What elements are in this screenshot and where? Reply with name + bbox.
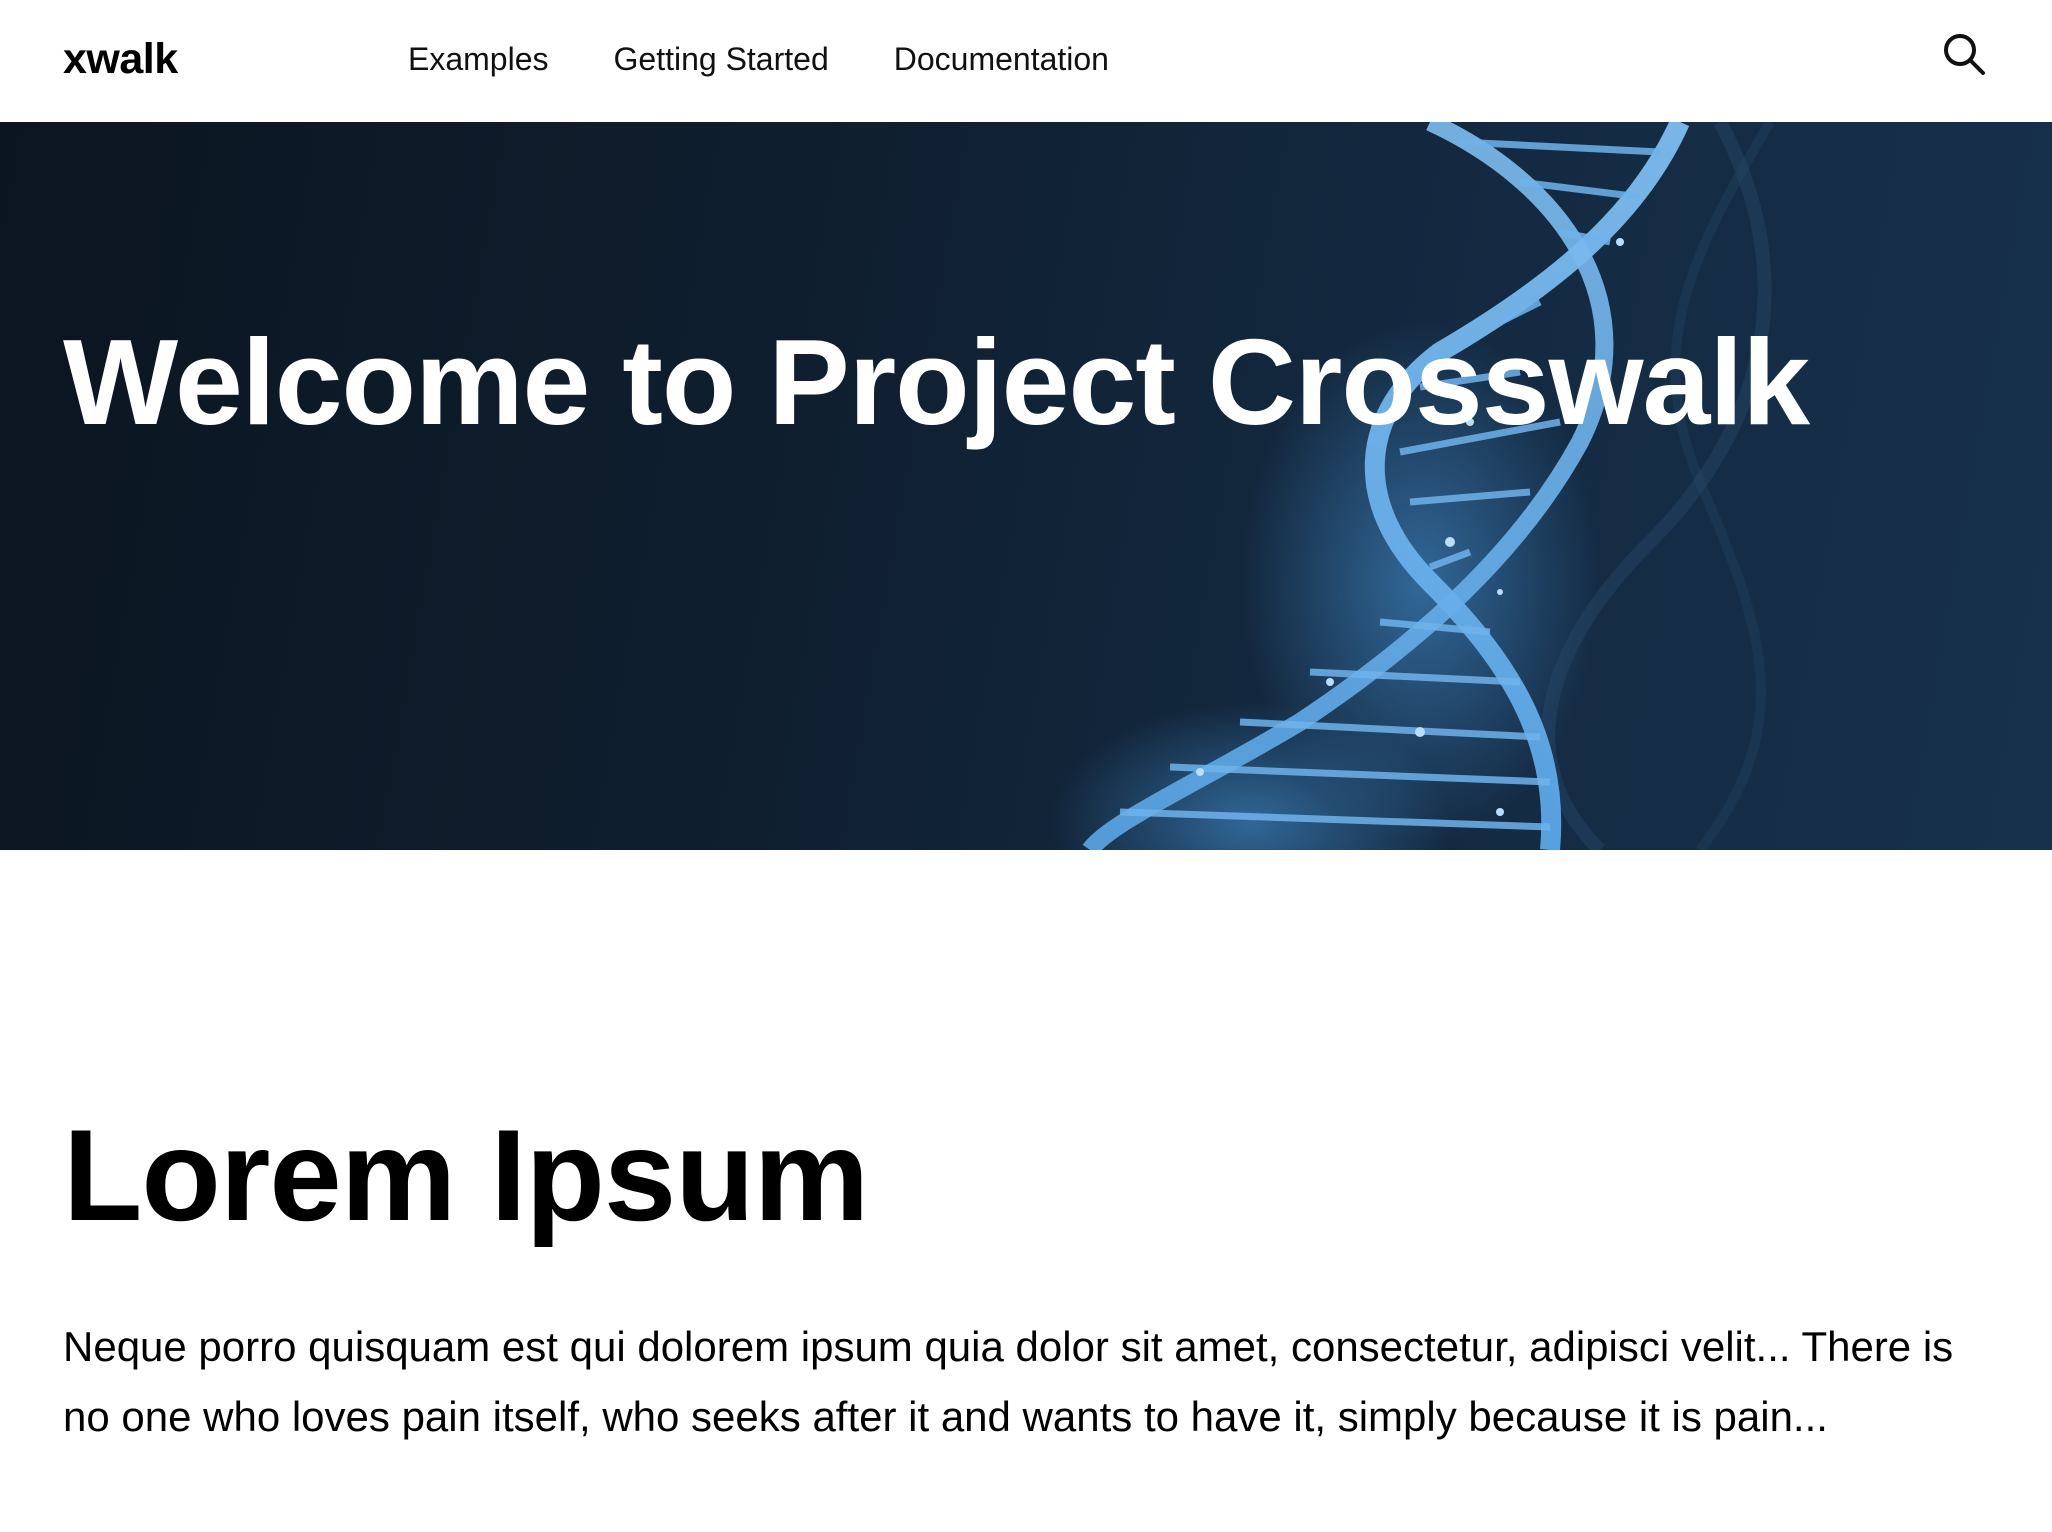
main-nav: Examples Getting Started Documentation: [408, 37, 1109, 81]
main-content: Lorem Ipsum Neque porro quisquam est qui…: [63, 1100, 1989, 1452]
section-title: Lorem Ipsum: [63, 1102, 869, 1248]
nav-item-examples[interactable]: Examples: [408, 37, 549, 81]
hero-title: Welcome to Project Crosswalk: [63, 314, 1810, 450]
dna-helix-image: [1050, 122, 1775, 850]
site-header: xwalk Examples Getting Started Documenta…: [0, 0, 2052, 122]
nav-item-documentation[interactable]: Documentation: [894, 37, 1109, 81]
site-logo[interactable]: xwalk: [63, 33, 178, 85]
search-icon[interactable]: [1940, 30, 1988, 78]
nav-item-getting-started[interactable]: Getting Started: [614, 37, 829, 81]
hero-banner: Welcome to Project Crosswalk: [0, 122, 2052, 850]
section-body: Neque porro quisquam est qui dolorem ips…: [63, 1323, 1954, 1440]
